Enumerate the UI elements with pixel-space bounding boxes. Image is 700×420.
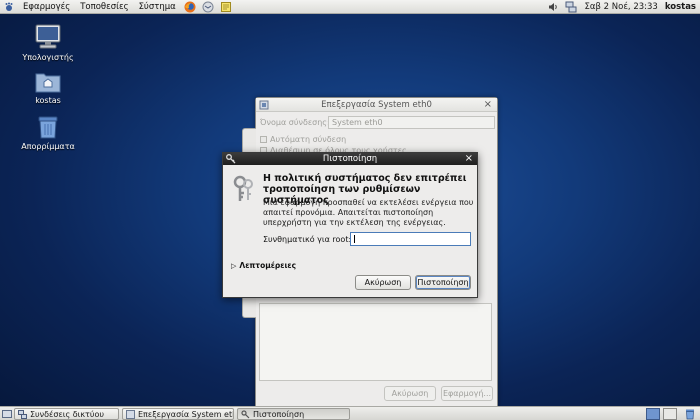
auth-title: Πιστοποίηση bbox=[322, 154, 378, 164]
details-expander[interactable]: ▷ Λεπτομέρειες bbox=[231, 261, 296, 270]
keys-icon bbox=[232, 175, 256, 208]
computer-icon bbox=[35, 24, 61, 49]
authenticate-button[interactable]: Πιστοποίηση bbox=[415, 275, 471, 290]
desktop-icon-label: Απορρίμματα bbox=[21, 142, 75, 151]
desktop-icon-home[interactable]: kostas bbox=[10, 71, 86, 105]
firefox-icon[interactable] bbox=[184, 1, 196, 13]
task-label: Επεξεργασία System eth0 bbox=[138, 409, 234, 419]
bg-cancel-button[interactable]: Ακύρωση bbox=[384, 386, 436, 401]
volume-icon[interactable] bbox=[547, 1, 559, 13]
password-input[interactable] bbox=[350, 232, 471, 246]
network-settings-icon bbox=[259, 100, 269, 113]
auth-close-icon[interactable]: × bbox=[465, 153, 473, 164]
task-edit-connection[interactable]: Επεξεργασία System eth0 bbox=[122, 408, 234, 420]
network-icon[interactable] bbox=[565, 1, 577, 13]
desktop-icon-label: Υπολογιστής bbox=[22, 53, 74, 62]
edit-connection-title: Επεξεργασία System eth0 bbox=[321, 99, 432, 110]
auth-cancel-button[interactable]: Ακύρωση bbox=[355, 275, 411, 290]
bg-apply-button[interactable]: Εφαρμογή... bbox=[441, 386, 493, 401]
edit-connection-titlebar[interactable]: Επεξεργασία System eth0 × bbox=[256, 98, 497, 112]
notes-icon[interactable] bbox=[220, 1, 232, 13]
trash-applet-icon[interactable] bbox=[684, 408, 698, 420]
settings-panel bbox=[259, 303, 492, 381]
network-connections-icon bbox=[18, 409, 27, 419]
desktop-icon-label: kostas bbox=[35, 96, 61, 105]
home-folder-icon bbox=[35, 73, 61, 93]
details-label: Λεπτομέρειες bbox=[239, 261, 297, 270]
auth-titlebar[interactable]: Πιστοποίηση × bbox=[223, 153, 477, 165]
key-icon bbox=[226, 154, 236, 167]
menu-applications[interactable]: Εφαρμογές bbox=[18, 2, 75, 12]
panel-username[interactable]: kostas bbox=[663, 2, 700, 12]
bottom-taskbar: Συνδέσεις δικτύου Επεξεργασία System eth… bbox=[0, 406, 700, 420]
auth-description: Μια εφαρμογή προσπαθεί να εκτελέσει ενέρ… bbox=[263, 198, 474, 227]
authentication-dialog: Πιστοποίηση × Η πολιτική συστήματος δεν … bbox=[222, 152, 478, 298]
menu-places[interactable]: Τοποθεσίες bbox=[75, 2, 133, 12]
menu-system[interactable]: Σύστημα bbox=[134, 2, 181, 12]
auto-connect-checkbox[interactable]: Αυτόματη σύνδεση bbox=[260, 135, 346, 144]
trash-icon bbox=[38, 116, 58, 139]
task-authentication[interactable]: Πιστοποίηση bbox=[237, 408, 350, 420]
edit-connection-icon bbox=[126, 409, 135, 419]
checkbox-box bbox=[260, 136, 267, 143]
edit-window-close-icon[interactable]: × bbox=[484, 99, 492, 110]
connection-name-label: Όνομα σύνδεσης: bbox=[260, 118, 330, 127]
desktop-icon-trash[interactable]: Απορρίμματα bbox=[10, 115, 86, 151]
workspace-2-icon[interactable] bbox=[663, 408, 677, 420]
desktop-icon-computer[interactable]: Υπολογιστής bbox=[10, 24, 86, 62]
key-icon bbox=[241, 409, 250, 419]
text-cursor bbox=[354, 235, 355, 243]
connection-name-field[interactable]: System eth0 bbox=[328, 116, 495, 129]
workspace-1-icon[interactable] bbox=[646, 408, 660, 420]
expander-triangle-icon: ▷ bbox=[231, 261, 237, 270]
auto-connect-label: Αυτόματη σύνδεση bbox=[270, 135, 347, 144]
task-label: Πιστοποίηση bbox=[253, 409, 305, 419]
mail-icon[interactable] bbox=[202, 1, 214, 13]
gnome-foot-icon bbox=[3, 1, 15, 13]
password-label: Συνθηματικό για root: bbox=[263, 235, 352, 244]
show-desktop-icon[interactable] bbox=[2, 409, 12, 420]
task-label: Συνδέσεις δικτύου bbox=[30, 409, 104, 419]
task-network-connections[interactable]: Συνδέσεις δικτύου bbox=[14, 408, 119, 420]
panel-clock[interactable]: Σαβ 2 Νοέ, 23:33 bbox=[580, 2, 663, 12]
top-panel: Εφαρμογές Τοποθεσίες Σύστημα Σαβ 2 Νοέ, … bbox=[0, 0, 700, 14]
